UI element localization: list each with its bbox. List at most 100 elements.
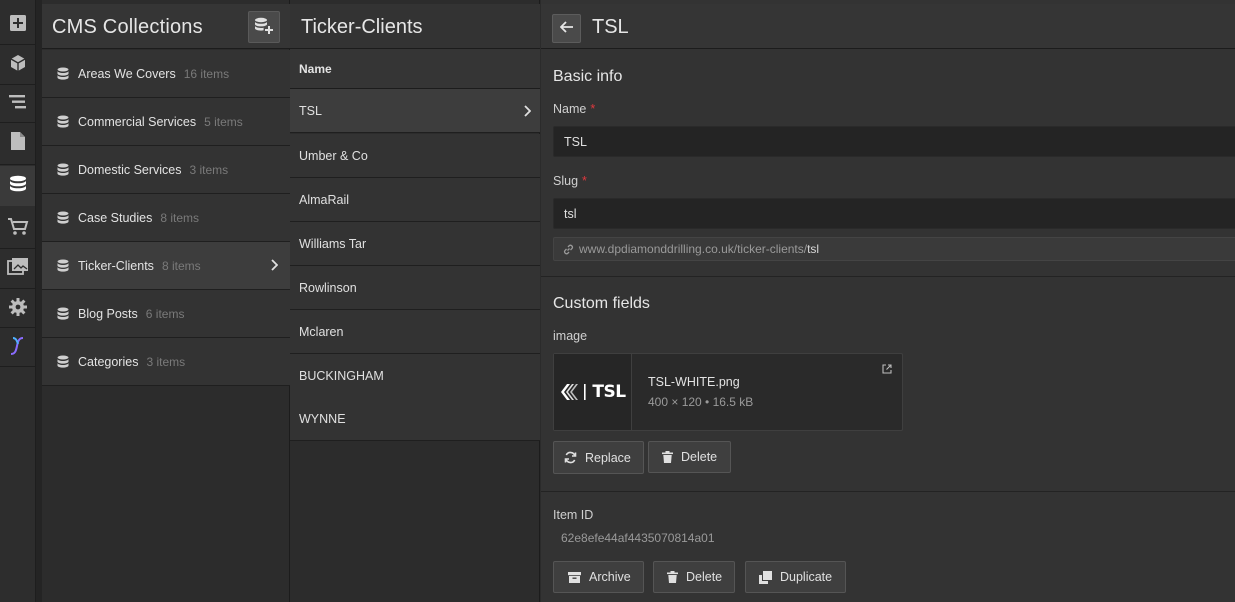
collections-title: CMS Collections bbox=[52, 16, 203, 38]
logo-text: TSL bbox=[592, 382, 626, 402]
collection-name: Categories bbox=[78, 354, 139, 369]
collection-item[interactable]: Areas We Covers 16 items bbox=[42, 50, 290, 98]
add-panel-button[interactable] bbox=[0, 6, 35, 42]
asset-meta: 400 × 120 • 16.5 kB bbox=[648, 395, 754, 409]
external-link-icon[interactable] bbox=[882, 363, 892, 377]
item-row[interactable]: WYNNE bbox=[290, 397, 540, 441]
custom-fields-heading: Custom fields bbox=[553, 295, 650, 312]
items-title: Ticker-Clients bbox=[301, 16, 423, 38]
collection-name: Blog Posts bbox=[78, 306, 138, 321]
chevron-right-icon bbox=[270, 259, 279, 274]
delete-item-label: Delete bbox=[686, 570, 723, 584]
refresh-icon bbox=[564, 451, 577, 464]
link-icon bbox=[563, 244, 574, 255]
image-label: image bbox=[553, 329, 588, 343]
archive-button[interactable]: Archive bbox=[553, 561, 644, 593]
arrow-left-icon bbox=[559, 21, 574, 36]
collection-count: 6 items bbox=[145, 306, 185, 321]
collection-name: Domestic Services bbox=[78, 162, 182, 177]
editor-title: TSL bbox=[592, 16, 629, 38]
database-icon bbox=[57, 115, 71, 129]
collection-name: Ticker-Clients bbox=[78, 258, 154, 273]
item-name: Williams Tar bbox=[299, 237, 367, 251]
item-name: Rowlinson bbox=[299, 281, 357, 295]
box-icon bbox=[8, 53, 28, 76]
pages-button[interactable] bbox=[0, 124, 35, 160]
cart-icon bbox=[7, 217, 29, 240]
collection-name: Areas We Covers bbox=[78, 66, 176, 81]
duplicate-button[interactable]: Duplicate bbox=[745, 561, 847, 593]
editor-header: TSL bbox=[541, 4, 1235, 49]
tool-rail bbox=[0, 0, 36, 602]
item-row[interactable]: Umber & Co bbox=[290, 134, 540, 178]
slug-url-preview[interactable]: www.dpdiamonddrilling.co.uk/ticker-clien… bbox=[553, 237, 1235, 261]
replace-image-button[interactable]: Replace bbox=[553, 441, 644, 474]
slug-field-value: tsl bbox=[564, 206, 577, 221]
collection-count: 8 items bbox=[161, 258, 201, 273]
settings-button[interactable] bbox=[0, 290, 35, 326]
item-row[interactable]: AlmaRail bbox=[290, 178, 540, 222]
database-icon bbox=[57, 163, 71, 177]
database-icon bbox=[57, 259, 71, 273]
slug-label-text: Slug bbox=[553, 174, 579, 188]
url-slug: tsl bbox=[807, 242, 820, 256]
interactions-icon bbox=[9, 336, 27, 359]
item-id-label: Item ID bbox=[553, 508, 594, 522]
item-id-value: 62e8efe44af4435070814a01 bbox=[561, 531, 715, 545]
name-label: Name * bbox=[553, 102, 595, 116]
navigator-icon bbox=[8, 93, 28, 114]
database-icon bbox=[57, 67, 71, 81]
image-asset-card[interactable]: TSL TSL-WHITE.png 400 × 120 • 16.5 kB bbox=[553, 353, 903, 431]
interactions-button[interactable] bbox=[0, 329, 35, 365]
item-name: WYNNE bbox=[299, 412, 346, 426]
section-divider bbox=[541, 276, 1235, 277]
slug-field[interactable]: tsl bbox=[553, 198, 1235, 229]
url-prefix: www.dpdiamonddrilling.co.uk/ticker-clien… bbox=[579, 242, 808, 256]
symbols-button[interactable] bbox=[0, 46, 35, 82]
name-column-header[interactable]: Name bbox=[290, 49, 540, 89]
item-row[interactable]: BUCKINGHAM bbox=[290, 354, 540, 398]
navigator-button[interactable] bbox=[0, 85, 35, 121]
required-asterisk: * bbox=[590, 102, 596, 116]
tsl-logo: TSL bbox=[559, 382, 626, 402]
name-field-value: TSL bbox=[564, 134, 587, 149]
item-row[interactable]: Rowlinson bbox=[290, 266, 540, 310]
item-name: TSL bbox=[299, 104, 322, 118]
item-name: BUCKINGHAM bbox=[299, 369, 384, 383]
delete-image-button[interactable]: Delete bbox=[648, 441, 732, 473]
items-header: Ticker-Clients bbox=[290, 4, 540, 49]
back-button[interactable] bbox=[552, 14, 581, 43]
assets-button[interactable] bbox=[0, 250, 35, 286]
image-thumbnail: TSL bbox=[554, 354, 632, 430]
slug-label: Slug * bbox=[553, 174, 587, 188]
archive-label: Archive bbox=[589, 570, 631, 584]
collection-item[interactable]: Blog Posts 6 items bbox=[42, 290, 290, 338]
pages-icon bbox=[10, 131, 26, 154]
item-name: AlmaRail bbox=[299, 193, 350, 207]
item-name: Umber & Co bbox=[299, 149, 368, 163]
collection-item-selected[interactable]: Ticker-Clients 8 items bbox=[42, 242, 290, 290]
collection-count: 16 items bbox=[183, 66, 230, 81]
delete-item-button[interactable]: Delete bbox=[653, 561, 736, 593]
item-row[interactable]: Williams Tar bbox=[290, 222, 540, 266]
add-collection-button[interactable] bbox=[248, 11, 280, 43]
item-row-selected[interactable]: TSL bbox=[290, 89, 540, 133]
collection-name: Commercial Services bbox=[78, 114, 197, 129]
add-icon bbox=[9, 14, 27, 35]
add-collection-icon bbox=[254, 17, 274, 38]
database-icon bbox=[57, 307, 71, 321]
section-divider bbox=[541, 491, 1235, 492]
ecommerce-button[interactable] bbox=[0, 210, 35, 246]
cms-button[interactable] bbox=[0, 166, 35, 206]
collection-item[interactable]: Commercial Services 5 items bbox=[42, 98, 290, 146]
collection-item[interactable]: Domestic Services 3 items bbox=[42, 146, 290, 194]
collection-item[interactable]: Case Studies 8 items bbox=[42, 194, 290, 242]
database-icon bbox=[9, 175, 27, 198]
collection-count: 3 items bbox=[146, 354, 186, 369]
replace-label: Replace bbox=[585, 450, 631, 465]
name-field[interactable]: TSL bbox=[553, 126, 1235, 157]
item-row[interactable]: Mclaren bbox=[290, 310, 540, 354]
collections-header: CMS Collections bbox=[42, 4, 290, 49]
items-panel: Ticker-Clients Name TSL Umber & Co AlmaR… bbox=[290, 0, 540, 602]
collection-item[interactable]: Categories 3 items bbox=[42, 338, 290, 386]
